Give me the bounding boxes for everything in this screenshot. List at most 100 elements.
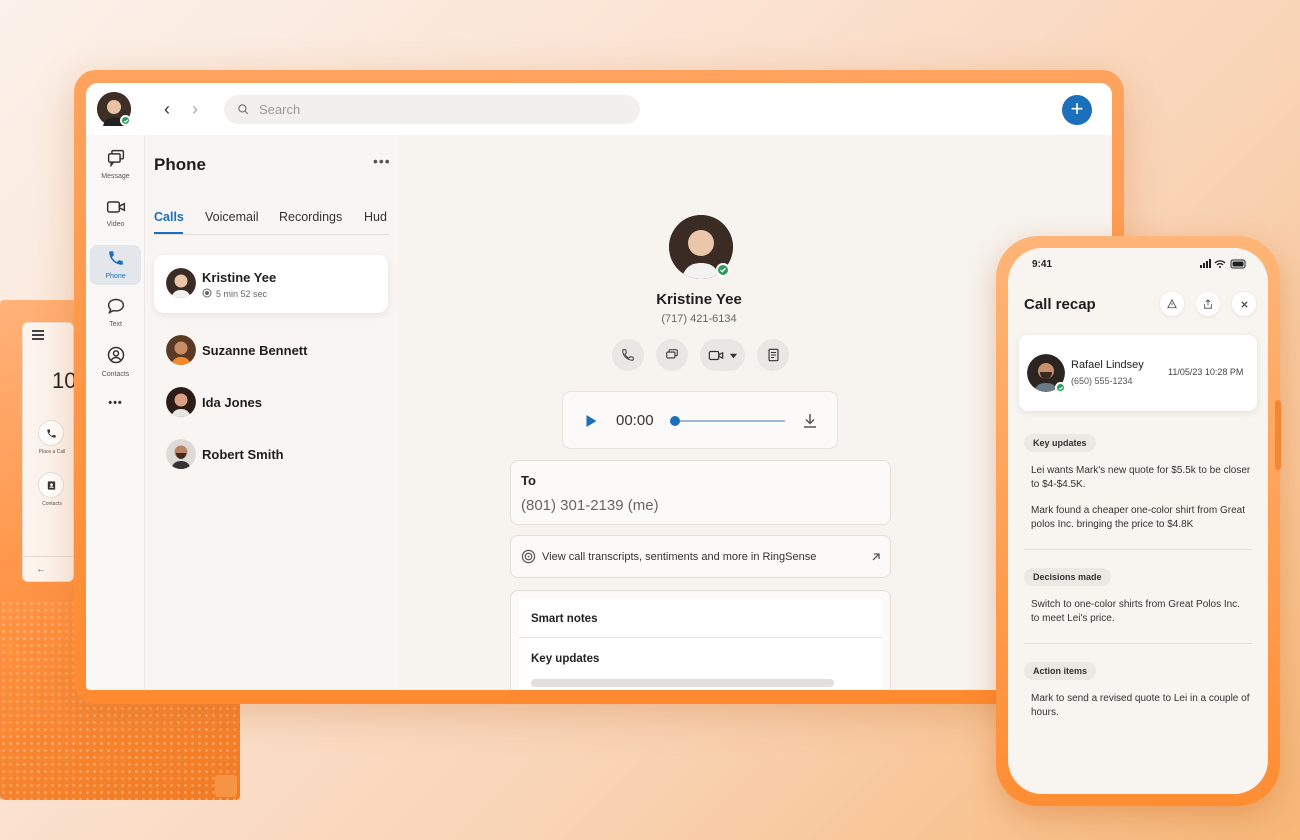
- contact-name-title: Kristine Yee: [656, 291, 742, 308]
- active-call-name: Kristine Yee: [202, 270, 277, 285]
- play-icon[interactable]: [585, 414, 598, 428]
- hamburger-menu-icon[interactable]: [32, 330, 44, 340]
- status-time: 9:41: [1032, 259, 1053, 270]
- contacts-icon: [47, 480, 55, 490]
- rail-item-message[interactable]: Message: [90, 149, 141, 180]
- smart-notes-content: Smart notes Key updates: [519, 599, 882, 690]
- close-button[interactable]: [1232, 292, 1256, 316]
- to-field[interactable]: To (801) 301-2139 (me): [510, 460, 891, 525]
- call-datetime: 11/05/23 10:28 PM: [1168, 367, 1244, 377]
- tab-voicemail[interactable]: Voicemail: [205, 210, 259, 224]
- phone-icon: [622, 349, 634, 361]
- video-icon: [708, 350, 723, 360]
- tab-calls[interactable]: Calls: [154, 210, 184, 224]
- rail-item-phone[interactable]: Phone: [90, 245, 141, 285]
- divider: [1024, 643, 1252, 644]
- external-link-icon: [872, 553, 880, 561]
- forward-button[interactable]: ›: [186, 99, 204, 119]
- list-item[interactable]: Robert Smith: [154, 435, 388, 475]
- rail-label-phone: Phone: [105, 273, 126, 280]
- tab-recordings[interactable]: Recordings: [279, 210, 342, 224]
- chevron-down-icon: [729, 353, 737, 358]
- loading-placeholder: [531, 679, 834, 687]
- mobile-screen: 9:41 Call recap Rafael Lindsey (650) 555…: [1008, 248, 1268, 794]
- rail-label-video: Video: [106, 221, 125, 228]
- rail-label-text: Text: [109, 321, 122, 328]
- notes-button[interactable]: [757, 339, 789, 371]
- list-item[interactable]: Ida Jones: [154, 383, 388, 423]
- player-time: 00:00: [616, 412, 654, 429]
- back-button[interactable]: ‹: [158, 99, 176, 119]
- share-button[interactable]: [1196, 292, 1220, 316]
- add-button[interactable]: +: [1062, 95, 1092, 125]
- panel-title: Phone: [154, 155, 206, 174]
- avatar: [166, 335, 196, 365]
- phone-list-panel: Phone ••• Calls Voicemail Recordings Hud…: [145, 135, 399, 690]
- search-input[interactable]: Search: [259, 102, 300, 117]
- rail-item-text[interactable]: Text: [90, 297, 141, 328]
- message-button[interactable]: [656, 339, 688, 371]
- top-bar: ‹ › Search +: [86, 83, 1112, 135]
- divider: [519, 637, 882, 638]
- ringsense-text: View call transcripts, sentiments and mo…: [542, 551, 817, 563]
- divider: [1024, 549, 1252, 550]
- active-call-duration: 5 min 52 sec: [216, 289, 268, 299]
- place-call-label: Place a Call: [38, 449, 66, 455]
- message-icon: [107, 149, 124, 168]
- progress-handle[interactable]: [670, 416, 681, 426]
- phone-tabs: Calls Voicemail Recordings Hud: [154, 209, 389, 235]
- rail-more-button[interactable]: •••: [90, 397, 141, 409]
- video-icon: [106, 201, 125, 213]
- rail-label-message: Message: [101, 173, 130, 180]
- to-label: To: [521, 473, 536, 488]
- recording-icon: [202, 288, 212, 298]
- desk-phone-key: [215, 775, 237, 797]
- active-call-card[interactable]: Kristine Yee 5 min 52 sec: [154, 255, 388, 313]
- contact-number: (717) 421-6134: [661, 313, 737, 325]
- contacts-label: Contacts: [42, 501, 62, 507]
- recording-player: 00:00: [562, 391, 838, 449]
- panel-more-button[interactable]: •••: [373, 153, 391, 169]
- video-dropdown-button[interactable]: [700, 339, 745, 371]
- search-bar[interactable]: Search: [224, 95, 640, 124]
- share-icon: [1204, 299, 1212, 309]
- desk-phone-bottom-bar: [22, 556, 74, 582]
- warning-icon: [1167, 299, 1177, 309]
- status-icons: [1200, 259, 1248, 271]
- progress-track[interactable]: [673, 420, 785, 422]
- list-item[interactable]: Suzanne Bennett: [154, 331, 388, 371]
- nav-rail: Message Video Phone Text Contacts •••: [86, 135, 145, 690]
- tab-hud[interactable]: Hud: [364, 210, 387, 224]
- back-arrow-icon[interactable]: ←: [36, 564, 46, 575]
- caller-name: Rafael Lindsey: [1071, 359, 1144, 371]
- report-button[interactable]: [1160, 292, 1184, 316]
- rail-item-contacts[interactable]: Contacts: [90, 345, 141, 378]
- ringsense-link[interactable]: View call transcripts, sentiments and mo…: [510, 535, 891, 578]
- online-status-icon: [716, 263, 730, 277]
- section-pill-key-updates: Key updates: [1024, 434, 1096, 452]
- avatar: [166, 268, 196, 298]
- close-icon: [1240, 300, 1248, 308]
- recap-paragraph: Switch to one-color shirts from Great Po…: [1031, 599, 1240, 624]
- search-icon: [238, 104, 249, 115]
- call-button[interactable]: [612, 339, 644, 371]
- phone-side-button: [1275, 400, 1281, 470]
- download-icon[interactable]: [803, 413, 817, 428]
- place-call-button[interactable]: [38, 420, 64, 446]
- section-pill-action-items: Action items: [1024, 662, 1097, 680]
- recap-paragraph: Mark found a cheaper one-color shirt fro…: [1031, 505, 1245, 530]
- online-status-icon: [1055, 382, 1066, 393]
- text-icon: [107, 298, 124, 315]
- smart-notes-section: Key updates: [531, 653, 600, 665]
- user-avatar[interactable]: [97, 92, 131, 126]
- desk-phone-time: 10: [52, 368, 77, 393]
- tablet-screen: ‹ › Search + Message Video Phone Text Co…: [86, 83, 1112, 690]
- caller-card[interactable]: Rafael Lindsey (650) 555-1234 11/05/23 1…: [1019, 335, 1257, 411]
- caller-number: (650) 555-1234: [1071, 376, 1133, 386]
- contacts-button[interactable]: [38, 472, 64, 498]
- rail-item-video[interactable]: Video: [90, 199, 141, 228]
- message-icon: [666, 349, 678, 359]
- rail-label-contacts: Contacts: [101, 371, 130, 378]
- phone-icon: [108, 251, 123, 265]
- phone-icon: [46, 428, 56, 438]
